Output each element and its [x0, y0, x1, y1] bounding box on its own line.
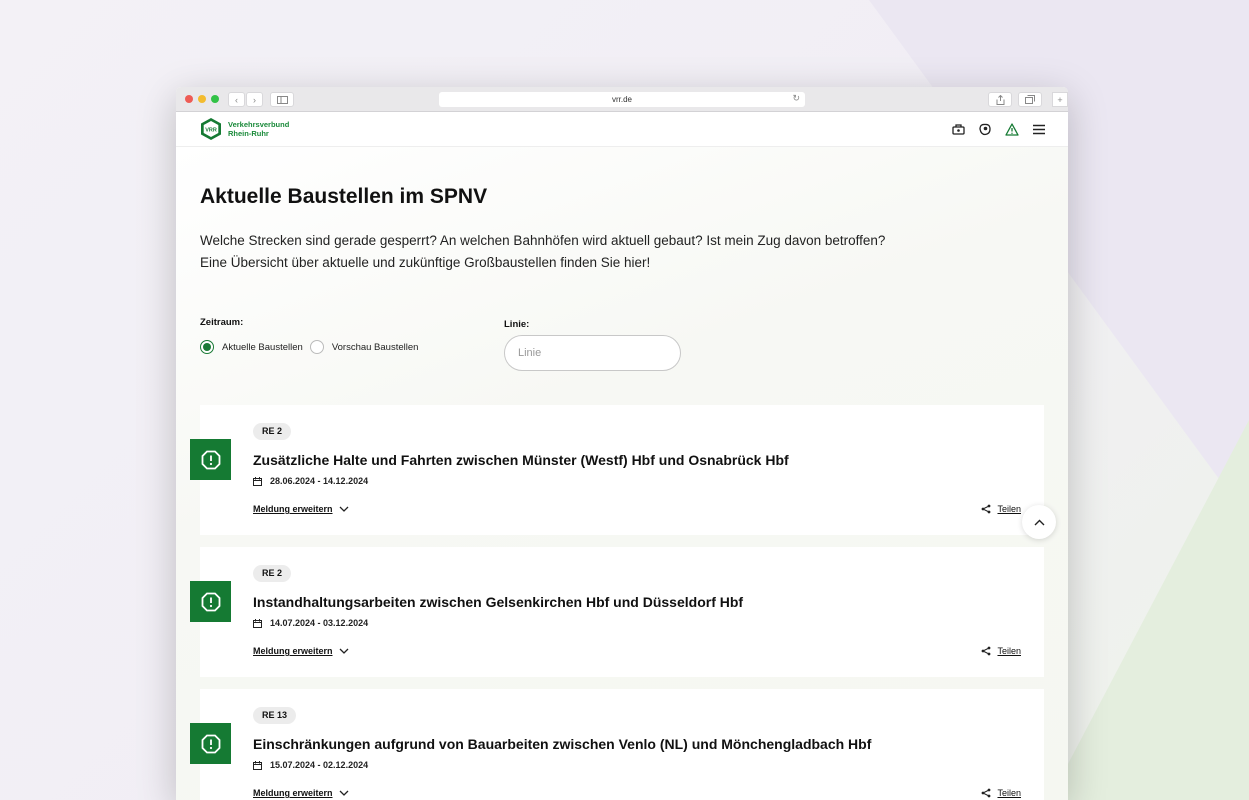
alert-octagon-icon [201, 592, 220, 611]
alert-badge [190, 439, 231, 480]
radio-label-aktuelle[interactable]: Aktuelle Baustellen [222, 342, 303, 353]
share-icon [996, 94, 1004, 105]
construction-card: RE 2 Zusätzliche Halte und Fahrten zwisc… [190, 405, 1044, 535]
radio-vorschau-baustellen[interactable] [309, 340, 324, 354]
page-content: Aktuelle Baustellen im SPNV Welche Strec… [176, 147, 1068, 800]
minimize-window-button[interactable] [198, 95, 206, 103]
calendar-icon [253, 618, 262, 628]
chevron-left-icon: ‹ [235, 94, 238, 105]
vrr-logo[interactable]: VRR Verkehrsverbund Rhein-Ruhr [200, 117, 289, 141]
share-label: Teilen [997, 504, 1021, 514]
tabs-overview-button[interactable] [1018, 92, 1042, 107]
header-icons [951, 122, 1046, 136]
chevron-down-icon [339, 790, 348, 796]
alert-octagon-icon [201, 450, 220, 469]
plus-icon: + [1057, 94, 1063, 105]
linie-input[interactable] [504, 335, 681, 371]
browser-titlebar: ‹ › vrr.de ↻ + [176, 87, 1068, 112]
card-title: Instandhaltungsarbeiten zwischen Gelsenk… [253, 594, 744, 610]
alert-badge [190, 581, 231, 622]
share-nodes-icon [982, 646, 991, 656]
expand-label: Meldung erweitern [253, 788, 333, 798]
forward-button[interactable]: › [246, 92, 263, 107]
calendar-icon [253, 760, 262, 770]
share-label: Teilen [997, 646, 1021, 656]
page-intro: Welche Strecken sind gerade gesperrt? An… [200, 233, 886, 270]
browser-window: ‹ › vrr.de ↻ + VRR Verkehrsverbund Rhein… [176, 87, 1068, 800]
ticket-icon[interactable] [951, 122, 965, 136]
share-button[interactable]: Teilen [981, 788, 1021, 798]
card-date-text: 14.07.2024 - 03.12.2024 [270, 618, 369, 628]
logo-text: Verkehrsverbund Rhein-Ruhr [228, 120, 289, 138]
url-text: vrr.de [611, 95, 632, 104]
background-shape [1049, 420, 1249, 800]
card-date-text: 28.06.2024 - 14.12.2024 [270, 476, 369, 486]
zeitraum-radio-group: Aktuelle Baustellen Vorschau Baustellen [200, 340, 425, 354]
scroll-to-top-button[interactable] [1022, 505, 1056, 539]
logo-line-1: Verkehrsverbund [228, 120, 290, 129]
share-label: Teilen [997, 788, 1021, 798]
accessibility-icon[interactable] [978, 122, 992, 136]
warning-icon[interactable] [1005, 122, 1019, 136]
chevron-up-icon [1034, 519, 1044, 525]
vrr-logo-icon: VRR [201, 118, 221, 140]
new-tab-button[interactable]: + [1052, 92, 1068, 107]
line-tag: RE 2 [253, 565, 292, 582]
expand-button[interactable]: Meldung erweitern [253, 504, 349, 514]
construction-card: RE 2 Instandhaltungsarbeiten zwischen Ge… [190, 547, 1044, 677]
tabs-icon [1025, 95, 1035, 104]
zeitraum-label: Zeitraum: [200, 317, 244, 328]
linie-label: Linie: [504, 319, 530, 330]
radio-aktuelle-baustellen[interactable] [200, 340, 214, 354]
close-window-button[interactable] [185, 95, 193, 103]
sidebar-toggle-button[interactable] [270, 92, 294, 107]
expand-button[interactable]: Meldung erweitern [253, 788, 349, 798]
card-date-text: 15.07.2024 - 02.12.2024 [270, 760, 369, 770]
card-title: Zusätzliche Halte und Fahrten zwischen M… [253, 452, 789, 468]
expand-button[interactable]: Meldung erweitern [253, 646, 349, 656]
browser-share-button[interactable] [988, 92, 1012, 107]
chevron-right-icon: › [253, 94, 256, 105]
back-button[interactable]: ‹ [228, 92, 245, 107]
card-date: 15.07.2024 - 02.12.2024 [253, 760, 368, 770]
site-header: VRR Verkehrsverbund Rhein-Ruhr [176, 112, 1068, 147]
address-bar[interactable]: vrr.de ↻ [439, 92, 805, 107]
chevron-down-icon [339, 648, 348, 654]
line-tag: RE 13 [253, 707, 297, 724]
reload-icon[interactable]: ↻ [792, 93, 800, 104]
calendar-icon [253, 476, 262, 486]
alert-octagon-icon [201, 734, 220, 753]
expand-label: Meldung erweitern [253, 646, 333, 656]
expand-label: Meldung erweitern [253, 504, 333, 514]
maximize-window-button[interactable] [211, 95, 219, 103]
sidebar-icon [276, 95, 288, 104]
alert-badge [190, 723, 231, 764]
logo-line-2: Rhein-Ruhr [228, 129, 269, 138]
line-tag: RE 2 [253, 423, 292, 440]
card-title: Einschränkungen aufgrund von Bauarbeiten… [253, 736, 872, 752]
svg-text:VRR: VRR [205, 128, 217, 134]
share-nodes-icon [982, 504, 991, 514]
construction-card: RE 13 Einschränkungen aufgrund von Bauar… [190, 689, 1044, 800]
share-button[interactable]: Teilen [981, 504, 1021, 514]
share-button[interactable]: Teilen [981, 646, 1021, 656]
share-nodes-icon [982, 788, 991, 798]
page-title: Aktuelle Baustellen im SPNV [200, 185, 488, 208]
menu-icon[interactable] [1032, 122, 1046, 136]
card-date: 14.07.2024 - 03.12.2024 [253, 618, 368, 628]
chevron-down-icon [339, 506, 348, 512]
card-date: 28.06.2024 - 14.12.2024 [253, 476, 368, 486]
radio-label-vorschau[interactable]: Vorschau Baustellen [332, 342, 419, 353]
